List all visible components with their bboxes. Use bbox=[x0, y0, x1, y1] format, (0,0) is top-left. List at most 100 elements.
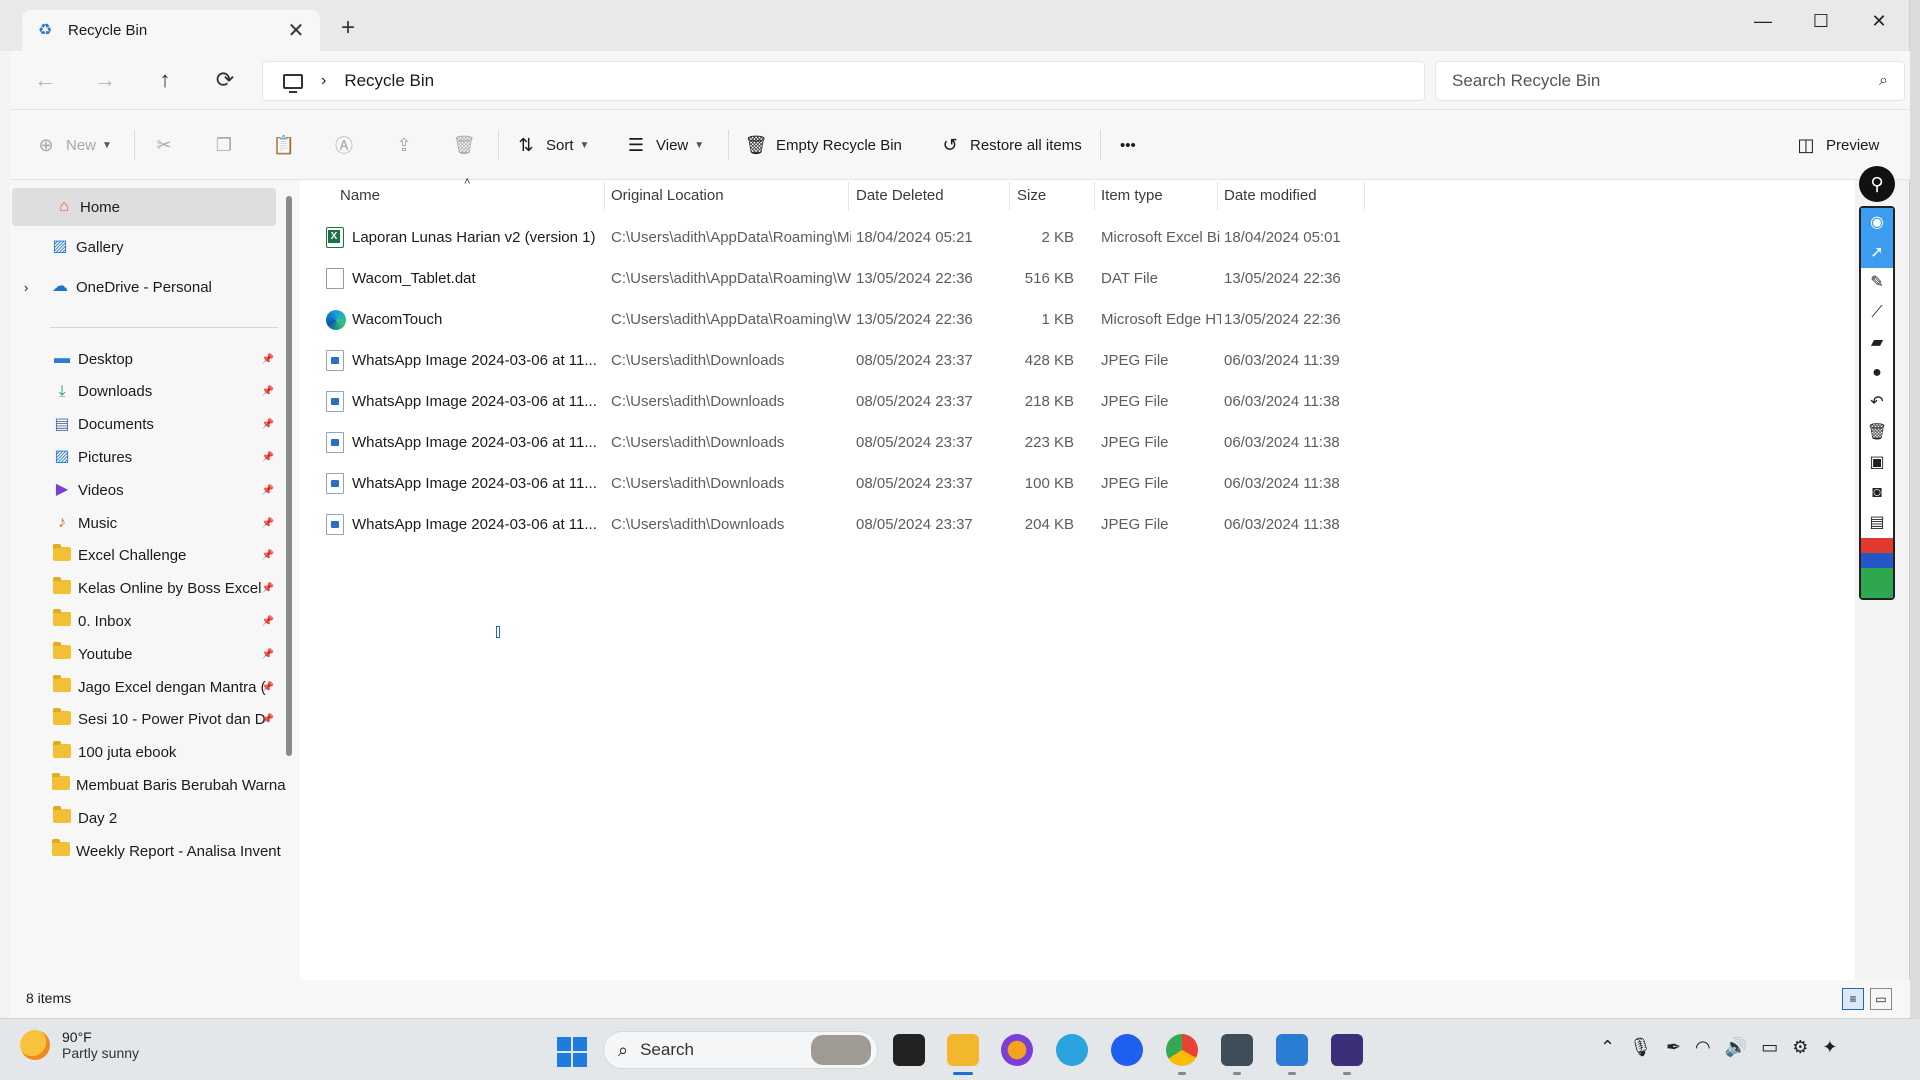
sidebar-item-home[interactable]: ⌂ Home bbox=[12, 188, 276, 226]
new-button[interactable]: ⊕ New ▼ bbox=[34, 130, 111, 160]
column-header-size[interactable]: Size bbox=[1017, 187, 1046, 204]
microphone-icon[interactable]: 🎙 bbox=[1629, 1037, 1652, 1058]
file-row[interactable]: WhatsApp Image 2024-03-06 at 11... C:\Use… bbox=[326, 505, 1826, 545]
wifi-icon[interactable]: ◠ bbox=[1695, 1037, 1711, 1058]
column-header-date-deleted[interactable]: Date Deleted bbox=[856, 187, 944, 204]
notepad-icon[interactable] bbox=[1276, 1034, 1308, 1075]
column-divider[interactable] bbox=[1094, 182, 1095, 210]
battery-icon[interactable]: ▭ bbox=[1761, 1037, 1778, 1058]
column-divider[interactable] bbox=[848, 182, 849, 210]
search-icon[interactable]: ⌕ bbox=[1879, 72, 1888, 90]
column-header-date-modified[interactable]: Date modified bbox=[1224, 187, 1317, 204]
pen-icon[interactable]: ✒ bbox=[1666, 1037, 1681, 1058]
column-divider[interactable] bbox=[1217, 182, 1218, 210]
sidebar-item-weekly-report-analisa-invent[interactable]: Weekly Report - Analisa Invent bbox=[10, 832, 281, 870]
up-arrow-icon[interactable]: ↑ bbox=[148, 65, 182, 95]
share-button[interactable]: ⇪ bbox=[392, 130, 424, 160]
column-divider[interactable] bbox=[1009, 182, 1010, 210]
column-divider[interactable] bbox=[604, 182, 605, 210]
line-icon[interactable]: ⟋ bbox=[1861, 298, 1893, 328]
pin-icon[interactable]: 📌 bbox=[262, 616, 274, 627]
sidebar-item-onedrive[interactable]: › ☁ OneDrive - Personal bbox=[10, 268, 278, 306]
file-row[interactable]: WhatsApp Image 2024-03-06 at 11... C:\Use… bbox=[326, 464, 1826, 504]
breadcrumb-recycle-bin[interactable]: Recycle Bin bbox=[344, 71, 434, 91]
pin-icon[interactable]: 📌 bbox=[262, 386, 274, 397]
new-tab-button[interactable]: + bbox=[336, 16, 360, 40]
screen-recorder-icon[interactable] bbox=[1331, 1034, 1363, 1075]
rename-button[interactable]: Ⓐ bbox=[332, 130, 364, 160]
this-pc-icon[interactable] bbox=[283, 73, 303, 93]
eye-icon[interactable]: ◉ bbox=[1861, 208, 1893, 238]
tab-close-icon[interactable]: ✕ bbox=[286, 18, 306, 43]
volume-icon[interactable]: 🔊 bbox=[1725, 1037, 1747, 1058]
minimize-button[interactable]: — bbox=[1738, 6, 1788, 36]
pen-icon[interactable]: ✎ bbox=[1861, 268, 1893, 298]
search-box[interactable]: Search Recycle Bin ⌕ bbox=[1435, 61, 1905, 101]
file-row[interactable]: WhatsApp Image 2024-03-06 at 11... C:\Use… bbox=[326, 423, 1826, 463]
dot-icon[interactable]: ● bbox=[1861, 358, 1893, 388]
maximize-button[interactable]: ☐ bbox=[1796, 6, 1846, 36]
file-row[interactable]: WhatsApp Image 2024-03-06 at 11... C:\Use… bbox=[326, 382, 1826, 422]
start-button[interactable] bbox=[557, 1037, 587, 1067]
pin-icon[interactable]: 📌 bbox=[262, 452, 274, 463]
tab-recycle-bin[interactable]: ♻ Recycle Bin ✕ bbox=[22, 10, 320, 51]
pin-icon[interactable]: 📌 bbox=[262, 550, 274, 561]
sidebar-scrollbar[interactable] bbox=[286, 196, 292, 756]
restore-all-button[interactable]: ↺ Restore all items bbox=[938, 130, 1081, 160]
refresh-icon[interactable]: ⟳ bbox=[208, 65, 242, 95]
more-options-button[interactable]: ••• bbox=[1120, 130, 1136, 160]
paste-button[interactable]: 📋 bbox=[272, 130, 304, 160]
color-palette[interactable] bbox=[1861, 538, 1893, 598]
tiles-view-icon[interactable]: ▭ bbox=[1870, 988, 1892, 1010]
file-row[interactable]: WhatsApp Image 2024-03-06 at 11... C:\Use… bbox=[326, 341, 1826, 381]
settings-icon[interactable]: ⚙ bbox=[1792, 1037, 1808, 1058]
board-icon[interactable]: ▣ bbox=[1861, 448, 1893, 478]
copilot-icon[interactable]: ✦ bbox=[1822, 1037, 1837, 1058]
pin-icon[interactable]: 📌 bbox=[262, 583, 274, 594]
telegram-icon[interactable] bbox=[1056, 1034, 1088, 1066]
file-row[interactable]: Wacom_Tablet.dat C:\Users\adith\AppData\R… bbox=[326, 259, 1826, 299]
search-placeholder[interactable]: Search Recycle Bin bbox=[1452, 71, 1879, 91]
view-button[interactable]: ☰ View ▼ bbox=[624, 130, 704, 160]
pin-icon[interactable]: ⚲ bbox=[1859, 166, 1895, 202]
file-row[interactable]: Laporan Lunas Harian v2 (version 1) C:\Us… bbox=[326, 218, 1826, 258]
details-view-icon[interactable]: ≡ bbox=[1842, 988, 1864, 1010]
pin-icon[interactable]: 📌 bbox=[262, 649, 274, 660]
address-bar[interactable]: › Recycle Bin bbox=[262, 61, 1425, 101]
column-header-original-location[interactable]: Original Location bbox=[611, 187, 724, 204]
camera-icon[interactable]: ◙ bbox=[1861, 478, 1893, 508]
pin-icon[interactable]: 📌 bbox=[262, 714, 274, 725]
sidebar-item-gallery[interactable]: ▨ Gallery bbox=[10, 228, 278, 266]
close-window-button[interactable]: ✕ bbox=[1854, 6, 1904, 36]
column-header-item-type[interactable]: Item type bbox=[1101, 187, 1163, 204]
task-view-icon[interactable] bbox=[893, 1034, 925, 1066]
file-explorer-icon[interactable] bbox=[947, 1034, 979, 1075]
pin-icon[interactable]: 📌 bbox=[262, 419, 274, 430]
pin-icon[interactable]: 📌 bbox=[262, 485, 274, 496]
weather-widget[interactable]: 90°F Partly sunny bbox=[20, 1029, 139, 1061]
pin-icon[interactable]: 📌 bbox=[262, 354, 274, 365]
zoom-icon[interactable] bbox=[1111, 1034, 1143, 1066]
back-arrow-icon[interactable]: ← bbox=[28, 65, 62, 95]
breadcrumb-chevron-icon[interactable]: › bbox=[321, 72, 326, 90]
firefox-icon[interactable] bbox=[1001, 1034, 1033, 1066]
undo-icon[interactable]: ↶ bbox=[1861, 388, 1893, 418]
clipboard-icon[interactable]: ▤ bbox=[1861, 508, 1893, 538]
file-row[interactable]: WacomTouch C:\Users\adith\AppData\Roaming… bbox=[326, 300, 1826, 340]
sort-button[interactable]: ⇅ Sort ▼ bbox=[514, 130, 589, 160]
copy-button[interactable]: ❐ bbox=[212, 130, 244, 160]
highlighter-icon[interactable]: ▰ bbox=[1861, 328, 1893, 358]
column-divider[interactable] bbox=[1364, 182, 1365, 210]
pin-icon[interactable]: 📌 bbox=[262, 518, 274, 529]
clear-icon[interactable]: 🗑 bbox=[1861, 418, 1893, 448]
chevron-right-icon[interactable]: › bbox=[24, 280, 44, 295]
delete-button[interactable]: 🗑 bbox=[452, 130, 484, 160]
pin-icon[interactable]: 📌 bbox=[262, 682, 274, 693]
preview-button[interactable]: ◫ Preview bbox=[1794, 130, 1879, 160]
empty-recycle-bin-button[interactable]: 🗑 Empty Recycle Bin bbox=[744, 130, 902, 160]
pointer-icon[interactable]: ➚ bbox=[1861, 238, 1893, 268]
remote-desktop-icon[interactable] bbox=[1221, 1034, 1253, 1075]
forward-arrow-icon[interactable]: → bbox=[88, 65, 122, 95]
column-header-name[interactable]: Name bbox=[340, 187, 380, 204]
chevron-up-icon[interactable]: ⌃ bbox=[1600, 1037, 1615, 1058]
